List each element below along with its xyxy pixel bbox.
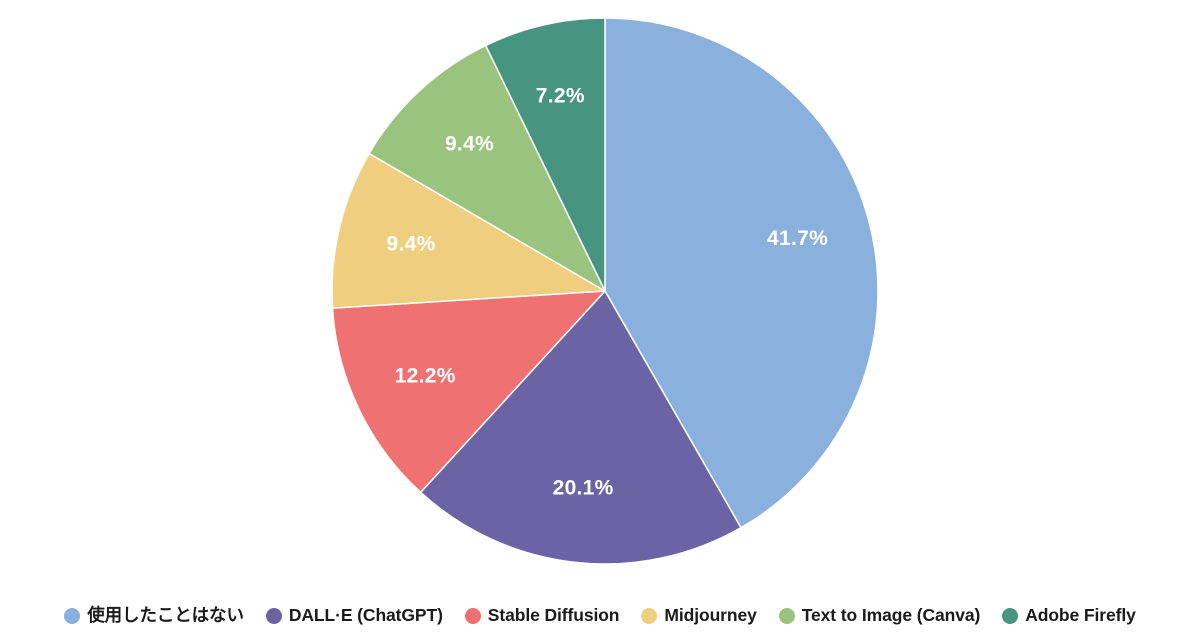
legend-item-label: Adobe Firefly <box>1025 605 1136 626</box>
legend-item-label: 使用したことはない <box>87 605 244 626</box>
pie-slice-label: 41.7% <box>767 227 828 250</box>
legend-item[interactable]: Adobe Firefly <box>1002 607 1136 625</box>
legend-item[interactable]: Text to Image (Canva) <box>778 605 981 626</box>
legend-item[interactable]: DALL·E (ChatGPT) <box>265 605 443 626</box>
legend-item-label: DALL·E (ChatGPT) <box>288 605 443 626</box>
legend-swatch-icon <box>64 608 81 624</box>
pie-slice-label: 9.4% <box>445 132 494 155</box>
legend-swatch-icon <box>1002 608 1019 624</box>
legend-item[interactable]: 使用したことはない <box>64 607 244 625</box>
pie-slice-label: 12.2% <box>395 365 456 388</box>
pie-plot-area: 41.7% 20.1% 12.2% 9.4% 9.4% 7.2% <box>0 0 1200 586</box>
legend-item[interactable]: Stable Diffusion <box>464 605 620 626</box>
pie-slice-label: 9.4% <box>387 233 436 256</box>
legend-item-label: Midjourney <box>664 605 757 626</box>
chart-legend: 使用したことはない DALL·E (ChatGPT) Stable Diffusio… <box>0 592 1200 640</box>
legend-swatch-icon <box>641 608 658 624</box>
pie-slice-label: 7.2% <box>536 84 585 107</box>
pie-slice-label: 20.1% <box>553 477 614 500</box>
legend-swatch-icon <box>464 608 481 624</box>
legend-item[interactable]: Midjourney <box>641 605 757 626</box>
pie-chart-figure: 41.7% 20.1% 12.2% 9.4% 9.4% 7.2% 使用したことはない DAL… <box>0 0 1200 640</box>
legend-swatch-icon <box>778 608 795 624</box>
legend-item-label: Stable Diffusion <box>487 605 620 626</box>
legend-item-label: Text to Image (Canva) <box>801 605 981 626</box>
pie-svg: 41.7% 20.1% 12.2% 9.4% 9.4% 7.2% <box>331 17 879 565</box>
legend-swatch-icon <box>265 608 282 624</box>
